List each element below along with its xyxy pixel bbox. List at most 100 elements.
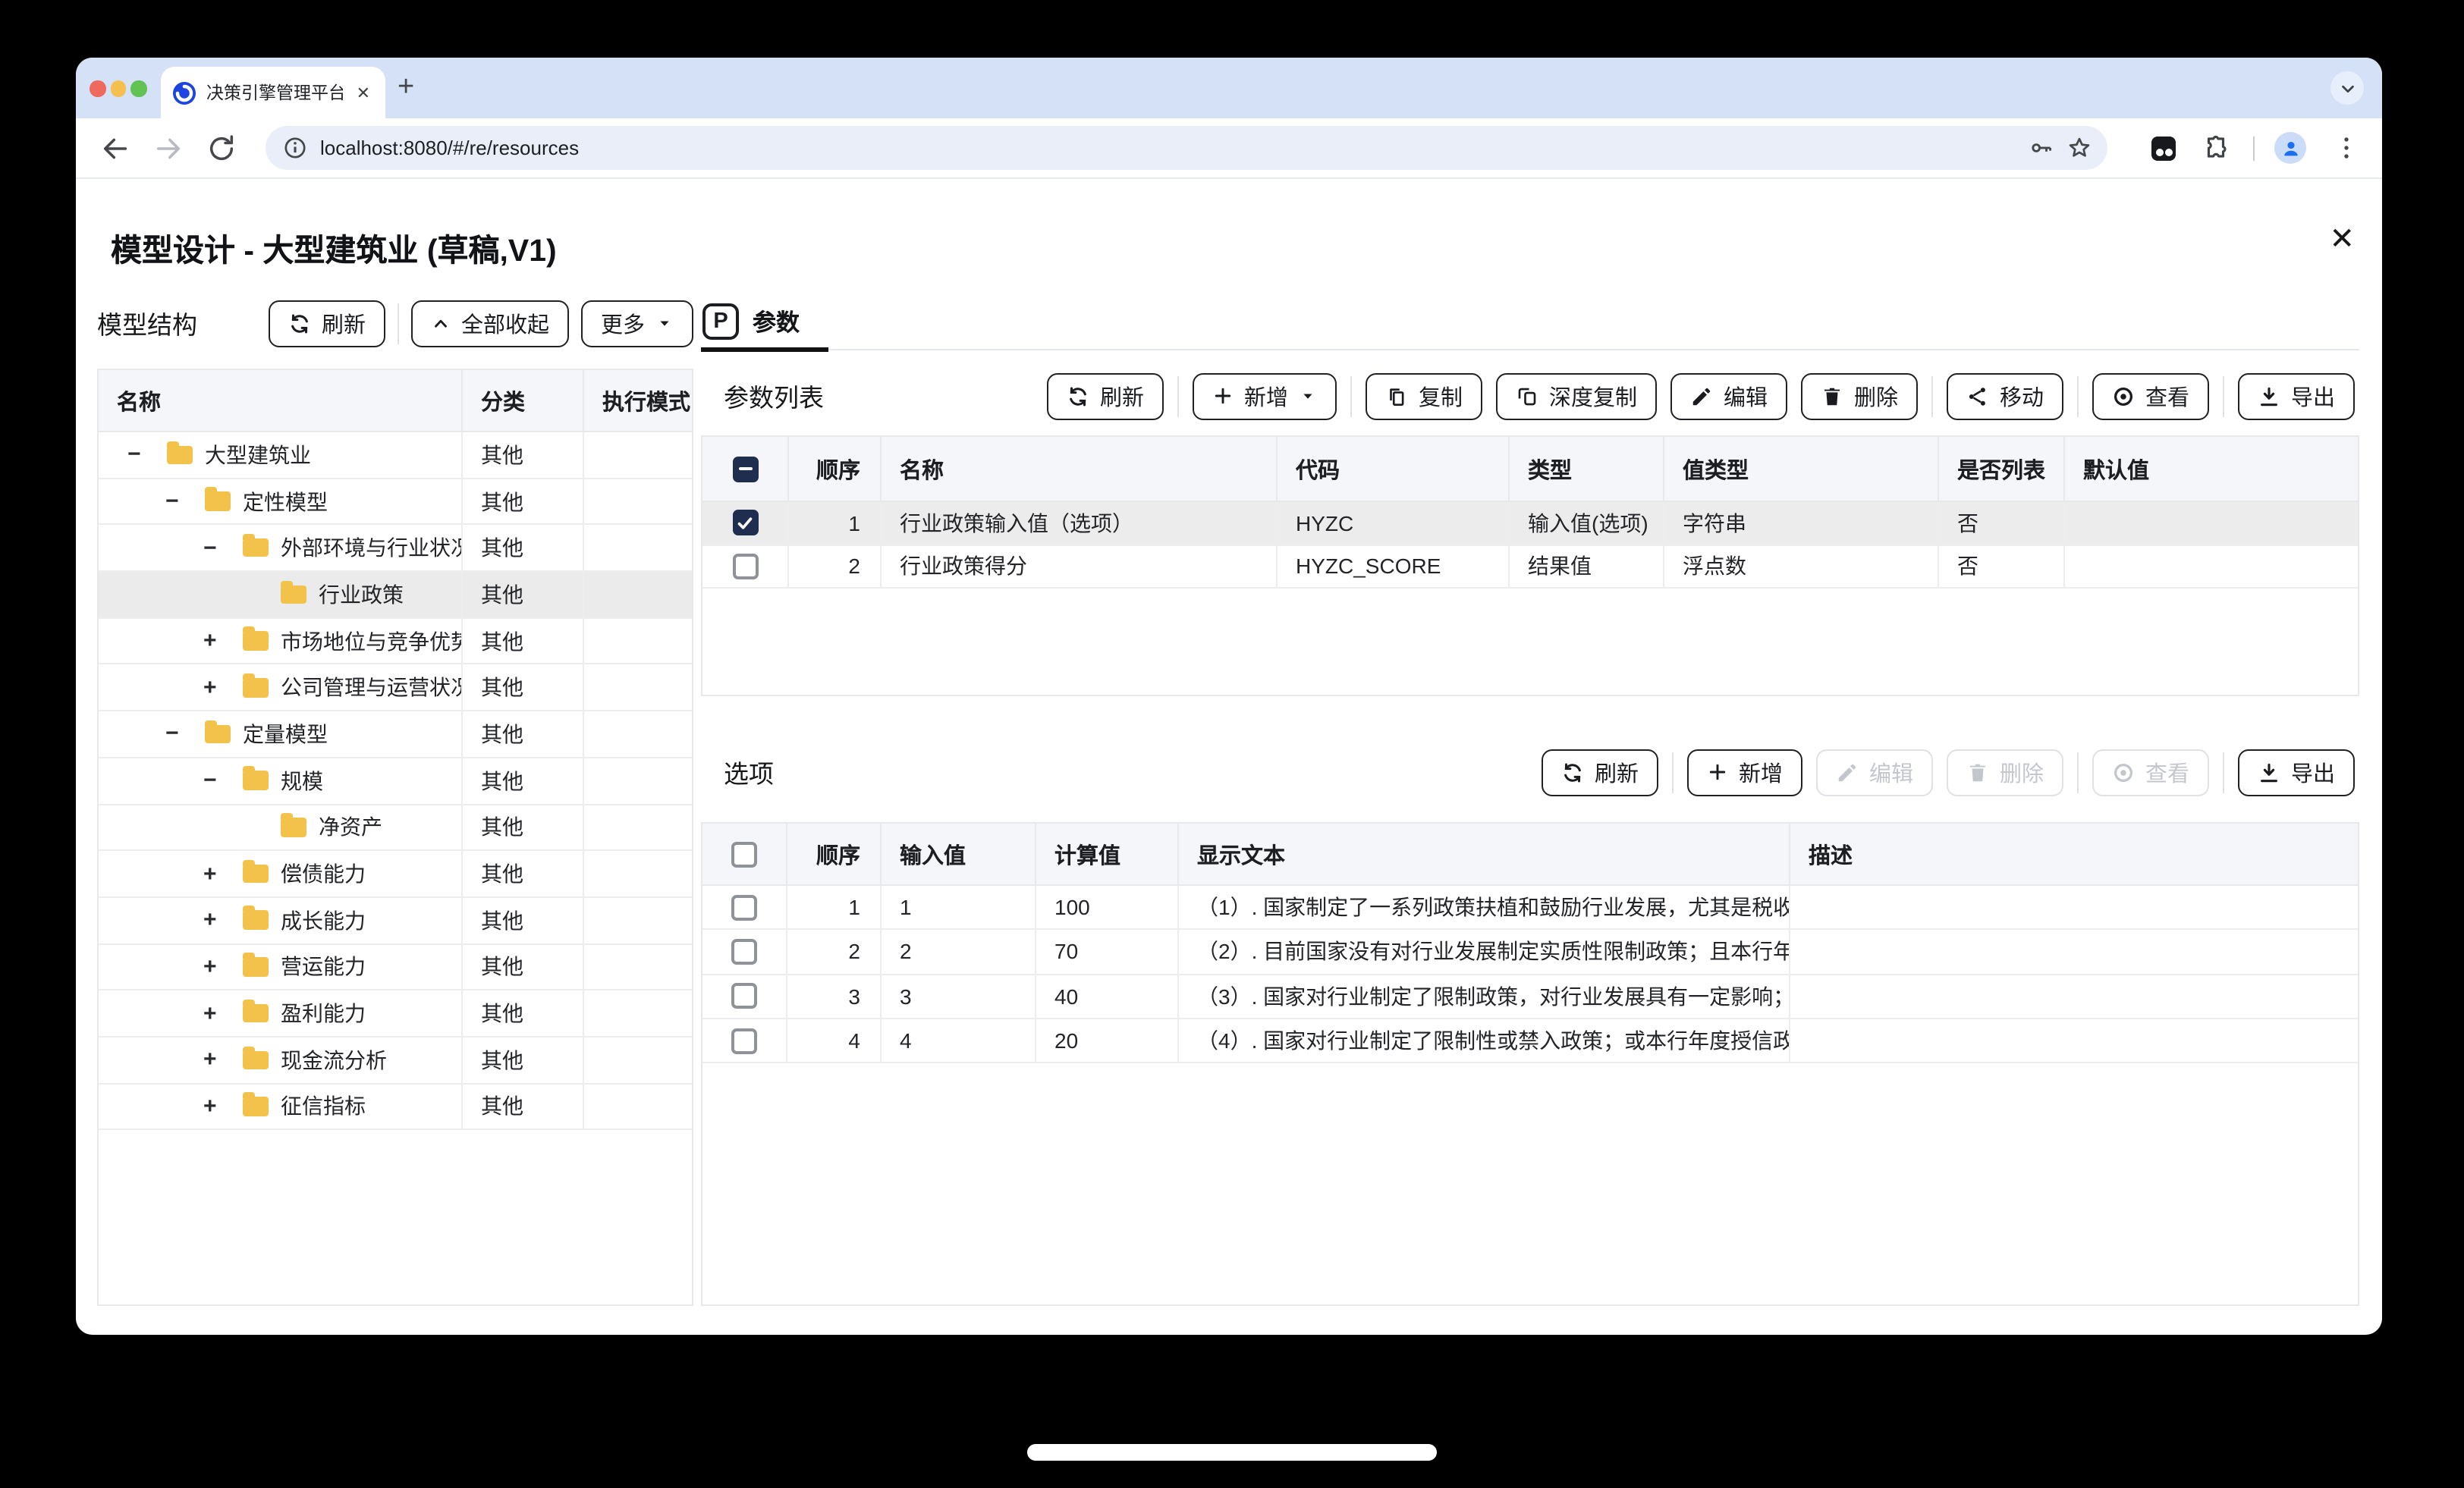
toolbar-separator [2223, 375, 2224, 416]
tree-toggle-icon[interactable]: − [203, 535, 243, 560]
tree-row[interactable]: 净资产 其他 [99, 805, 692, 851]
toolbar-divider [2253, 136, 2255, 160]
param-edit-button[interactable]: 编辑 [1670, 372, 1787, 419]
toolbar-separator [2223, 752, 2224, 793]
tree-row[interactable]: −定量模型 其他 [99, 711, 692, 758]
tree-toggle-icon[interactable]: + [203, 1094, 243, 1119]
tree-row[interactable]: +征信指标 其他 [99, 1084, 692, 1130]
param-copy-button[interactable]: 复制 [1366, 372, 1482, 419]
button-label: 删除 [2000, 756, 2044, 788]
table-row[interactable]: 3 3 40 （3）. 国家对行业制定了限制政策，对行业发展具有一定影响；... [702, 975, 2358, 1019]
new-tab-button[interactable]: + [398, 73, 414, 102]
reload-icon[interactable] [206, 133, 237, 163]
url-bar[interactable]: localhost:8080/#/re/resources [266, 126, 2107, 170]
param-delete-button[interactable]: 删除 [1801, 372, 1918, 419]
select-all-checkbox[interactable] [731, 841, 757, 867]
key-icon[interactable] [2029, 135, 2054, 161]
avatar[interactable] [2274, 132, 2306, 164]
close-icon[interactable]: ✕ [2329, 220, 2355, 258]
param-refresh-button[interactable]: 刷新 [1047, 372, 1164, 419]
option-add-button[interactable]: 新增 [1687, 749, 1802, 796]
puzzle-icon[interactable] [2202, 133, 2230, 162]
table-row[interactable]: 2 行业政策得分 HYZC_SCORE 结果值 浮点数 否 [702, 545, 2358, 589]
select-all-checkbox[interactable] [732, 456, 758, 482]
tree-category-cell: 其他 [463, 572, 584, 617]
tree-toggle-icon[interactable]: − [165, 721, 205, 747]
table-row[interactable]: 1 行业政策输入值（选项） HYZC 输入值(选项) 字符串 否 [702, 502, 2358, 545]
tree-name-cell: +市场地位与竞争优势 [99, 619, 463, 664]
tree-row[interactable]: −大型建筑业 其他 [99, 432, 692, 479]
tree-row[interactable]: −规模 其他 [99, 758, 692, 805]
table-row[interactable]: 2 2 70 （2）. 目前国家没有对行业发展制定实质性限制政策；且本行年... [702, 931, 2358, 975]
param-deep-copy-button[interactable]: 深度复制 [1496, 372, 1657, 419]
folder-icon [281, 585, 306, 604]
row-checkbox[interactable] [731, 983, 757, 1009]
tree-toggle-icon[interactable]: − [203, 768, 243, 793]
tree-mode-cell [584, 619, 692, 664]
pencil-icon [1690, 385, 1713, 407]
tree-node-label: 行业政策 [319, 579, 404, 610]
tree-row[interactable]: 行业政策 其他 [99, 572, 692, 618]
tree-toggle-icon[interactable]: + [203, 954, 243, 980]
tree-row[interactable]: −定性模型 其他 [99, 479, 692, 525]
row-checkbox[interactable] [732, 510, 758, 536]
row-checkbox[interactable] [731, 1028, 757, 1053]
folder-icon [205, 724, 231, 743]
kebab-menu-icon[interactable] [2332, 133, 2361, 162]
param-view-button[interactable]: 查看 [2092, 372, 2209, 419]
more-button[interactable]: 更多 [581, 300, 693, 347]
row-checkbox[interactable] [731, 939, 757, 965]
tree-toggle-icon[interactable]: + [203, 675, 243, 701]
tree-row[interactable]: +营运能力 其他 [99, 944, 692, 990]
option-export-button[interactable]: 导出 [2238, 749, 2355, 796]
tree-row[interactable]: +成长能力 其他 [99, 898, 692, 944]
table-filler [702, 1063, 2358, 1304]
collapse-all-button[interactable]: 全部收起 [411, 300, 569, 347]
cell-order: 3 [787, 975, 882, 1018]
zoom-window-button[interactable] [130, 80, 146, 96]
button-label: 删除 [1854, 380, 1898, 412]
option-refresh-button[interactable]: 刷新 [1542, 749, 1658, 796]
param-export-button[interactable]: 导出 [2238, 372, 2355, 419]
row-checkbox[interactable] [732, 554, 758, 579]
browser-tab[interactable]: 决策引擎管理平台 ✕ [161, 67, 385, 118]
star-icon[interactable] [2066, 135, 2092, 161]
tree-row[interactable]: +偿债能力 其他 [99, 851, 692, 897]
tab-search-button[interactable] [2330, 71, 2364, 105]
param-move-button[interactable]: 移动 [1947, 372, 2063, 419]
tree-row[interactable]: +现金流分析 其他 [99, 1038, 692, 1084]
tree-toggle-icon[interactable]: + [203, 1047, 243, 1073]
table-row[interactable]: 1 1 100 （1）. 国家制定了一系列政策扶植和鼓励行业发展，尤其是税收..… [702, 886, 2358, 931]
tab-close-icon[interactable]: ✕ [354, 83, 373, 102]
option-view-button[interactable]: 查看 [2092, 749, 2209, 796]
tree-toggle-icon[interactable]: + [203, 628, 243, 654]
option-edit-button[interactable]: 编辑 [1816, 749, 1933, 796]
tree-toggle-icon[interactable]: + [203, 907, 243, 933]
forward-icon[interactable] [153, 133, 184, 163]
tree-refresh-button[interactable]: 刷新 [269, 300, 385, 347]
info-icon[interactable] [282, 135, 308, 161]
cell-display-text: （1）. 国家制定了一系列政策扶植和鼓励行业发展，尤其是税收... [1179, 886, 1790, 929]
tree-row[interactable]: −外部环境与行业状况 其他 [99, 526, 692, 572]
table-row[interactable]: 4 4 20 （4）. 国家对行业制定了限制性或禁入政策；或本行年度授信政... [702, 1019, 2358, 1064]
cell-display-text: （3）. 国家对行业制定了限制政策，对行业发展具有一定影响；... [1179, 975, 1790, 1018]
tree-toggle-icon[interactable]: − [165, 488, 205, 514]
tree-row[interactable]: +市场地位与竞争优势 其他 [99, 619, 692, 665]
tree-row[interactable]: +公司管理与运营状况 其他 [99, 665, 692, 711]
tree-toggle-icon[interactable]: + [203, 861, 243, 887]
back-icon[interactable] [100, 133, 130, 163]
minimize-window-button[interactable] [110, 80, 126, 96]
option-delete-button[interactable]: 删除 [1947, 749, 2063, 796]
folder-icon [281, 818, 306, 837]
tree-toggle-icon[interactable]: + [203, 1000, 243, 1026]
tab-parameters[interactable]: P 参数 [701, 294, 828, 349]
toolbar-separator [1672, 752, 1674, 793]
tree-mode-cell [584, 851, 692, 896]
tab-label: 参数 [753, 305, 800, 338]
param-add-button[interactable]: 新增 [1193, 372, 1337, 419]
close-window-button[interactable] [90, 80, 105, 96]
row-checkbox[interactable] [731, 894, 757, 920]
tree-toggle-icon[interactable]: − [127, 442, 167, 468]
tree-row[interactable]: +盈利能力 其他 [99, 991, 692, 1038]
extension-box-icon[interactable] [2151, 136, 2176, 160]
